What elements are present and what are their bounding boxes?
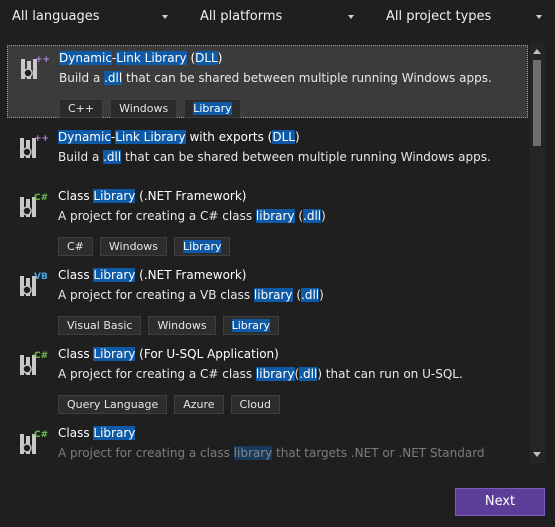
filter-bar: All languages All platforms All project … bbox=[0, 0, 555, 34]
tag: Library bbox=[174, 237, 231, 256]
project-type-filter[interactable]: All project types bbox=[386, 6, 544, 28]
svg-text:++: ++ bbox=[35, 55, 49, 65]
template-title: Class Library bbox=[58, 426, 136, 440]
scroll-down-icon[interactable] bbox=[533, 452, 541, 457]
chevron-down-icon bbox=[162, 15, 168, 19]
template-description: A project for creating a C# class librar… bbox=[58, 209, 326, 223]
chevron-down-icon bbox=[348, 15, 354, 19]
next-button[interactable]: Next bbox=[455, 488, 545, 516]
template-item-dll[interactable]: ++ Dynamic-Link Library (DLL) Build a .d… bbox=[7, 45, 528, 118]
tag: C++ bbox=[59, 99, 104, 118]
scrollbar-thumb[interactable] bbox=[533, 60, 541, 146]
tag: C# bbox=[58, 237, 93, 256]
tag: Query Language bbox=[58, 395, 168, 414]
template-item-class-library[interactable]: C# Class Library A project for creating … bbox=[7, 421, 528, 463]
template-description: Build a .dll that can be shared between … bbox=[58, 150, 491, 164]
platform-filter-label: All platforms bbox=[200, 9, 283, 24]
chevron-down-icon bbox=[536, 15, 542, 19]
svg-text:C#: C# bbox=[34, 430, 48, 440]
template-tags: Visual Basic Windows Library bbox=[58, 314, 286, 335]
template-description: A project for creating a C# class librar… bbox=[58, 367, 463, 381]
language-filter-label: All languages bbox=[12, 9, 100, 24]
tag: Visual Basic bbox=[58, 316, 142, 335]
svg-text:C#: C# bbox=[34, 193, 48, 203]
scroll-up-icon[interactable] bbox=[533, 49, 541, 54]
vb-library-icon: VB bbox=[20, 272, 48, 296]
tag: Library bbox=[184, 99, 241, 118]
template-item-class-library-cs[interactable]: C# Class Library (.NET Framework) A proj… bbox=[7, 184, 528, 256]
cpp-library-icon: ++ bbox=[21, 55, 49, 79]
template-item-dll-exports[interactable]: ++ Dynamic-Link Library with exports (DL… bbox=[7, 125, 528, 173]
next-button-label: Next bbox=[484, 494, 516, 509]
tag: Azure bbox=[174, 395, 224, 414]
template-tags: C# Windows Library bbox=[58, 235, 237, 256]
svg-text:VB: VB bbox=[34, 272, 48, 282]
template-list: ++ Dynamic-Link Library (DLL) Build a .d… bbox=[7, 43, 530, 463]
template-item-class-library-vb[interactable]: VB Class Library (.NET Framework) A proj… bbox=[7, 263, 528, 335]
template-description: Build a .dll that can be shared between … bbox=[59, 71, 492, 85]
tag: Windows bbox=[148, 316, 216, 335]
csharp-library-icon: C# bbox=[20, 430, 48, 454]
template-item-class-library-usql[interactable]: C# Class Library (For U-SQL Application)… bbox=[7, 342, 528, 414]
csharp-library-icon: C# bbox=[20, 193, 48, 217]
template-title: Dynamic-Link Library (DLL) bbox=[59, 51, 223, 65]
platform-filter[interactable]: All platforms bbox=[200, 6, 356, 28]
svg-text:C#: C# bbox=[34, 351, 48, 361]
language-filter[interactable]: All languages bbox=[12, 6, 170, 28]
template-title: Dynamic-Link Library with exports (DLL) bbox=[58, 130, 300, 144]
template-description: A project for creating a VB class librar… bbox=[58, 288, 324, 302]
cpp-library-icon: ++ bbox=[20, 134, 48, 158]
template-title: Class Library (.NET Framework) bbox=[58, 268, 247, 282]
tag: Windows bbox=[110, 99, 178, 118]
tag: Cloud bbox=[230, 395, 280, 414]
template-title: Class Library (For U-SQL Application) bbox=[58, 347, 279, 361]
csharp-library-icon: C# bbox=[20, 351, 48, 375]
project-type-filter-label: All project types bbox=[386, 9, 492, 24]
template-title: Class Library (.NET Framework) bbox=[58, 189, 247, 203]
vertical-scrollbar[interactable] bbox=[530, 43, 545, 463]
tag: Library bbox=[222, 316, 280, 335]
template-tags: C++ Windows Library bbox=[59, 97, 248, 118]
svg-text:++: ++ bbox=[34, 134, 48, 144]
template-description: A project for creating a class library t… bbox=[58, 446, 485, 460]
tag: Windows bbox=[99, 237, 168, 256]
template-tags: Query Language Azure Cloud bbox=[58, 393, 287, 414]
